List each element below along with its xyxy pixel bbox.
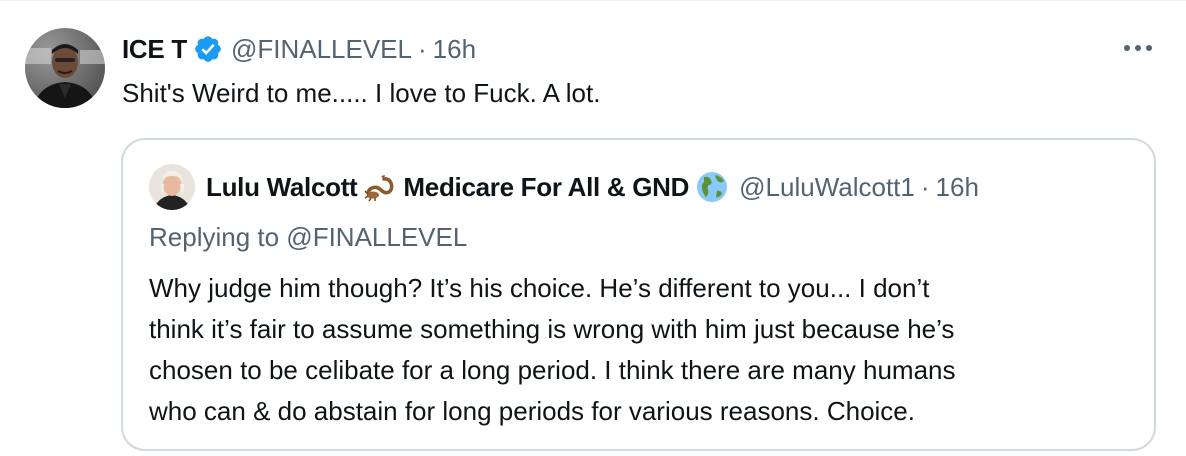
quoted-header: Lulu Walcott Medicare For All & GND @Lul… [206,167,979,207]
quoted-text-line: chosen to be celibate for a long period.… [149,355,956,385]
tweet-header: ICE T @FINALLEVEL · 16h [122,29,476,69]
quoted-user-handle[interactable]: @LuluWalcott1 [739,172,915,203]
quoted-profile-photo-icon [149,164,195,210]
quoted-separator-dot: · [920,171,930,202]
quoted-text-line: Why judge him though? It’s his choice. H… [149,273,930,303]
quoted-text-line: think it’s fair to assume something is w… [149,314,955,344]
quoted-display-name[interactable]: Lulu Walcott [206,172,358,203]
profile-photo-icon [25,28,105,108]
quoted-text-line: who can & do abstain for long periods fo… [149,396,915,426]
quoted-tweet-text: Why judge him though? It’s his choice. H… [149,268,1139,432]
quoted-tweet[interactable]: Lulu Walcott Medicare For All & GND @Lul… [121,138,1156,451]
separator-dot: · [417,33,427,64]
display-name[interactable]: ICE T [122,34,187,65]
verified-badge-icon[interactable] [193,34,223,64]
quoted-timestamp[interactable]: 16h [936,172,979,203]
more-options-button[interactable] [1120,33,1156,63]
timestamp[interactable]: 16h [433,34,476,65]
tweet-text: Shit's Weird to me..... I love to Fuck. … [122,78,601,108]
more-options-icon [1124,45,1152,51]
globe-americas-icon [695,170,729,204]
user-handle[interactable]: @FINALLEVEL [231,34,412,65]
tweet[interactable]: ICE T @FINALLEVEL · 16h Shit's Weird to … [0,0,1186,456]
quoted-avatar[interactable] [149,164,195,210]
replying-to-label[interactable]: Replying to @FINALLEVEL [149,222,467,253]
scorpion-icon [363,170,397,204]
profile-avatar[interactable] [25,28,105,108]
quoted-display-name-suffix[interactable]: Medicare For All & GND [403,172,689,203]
